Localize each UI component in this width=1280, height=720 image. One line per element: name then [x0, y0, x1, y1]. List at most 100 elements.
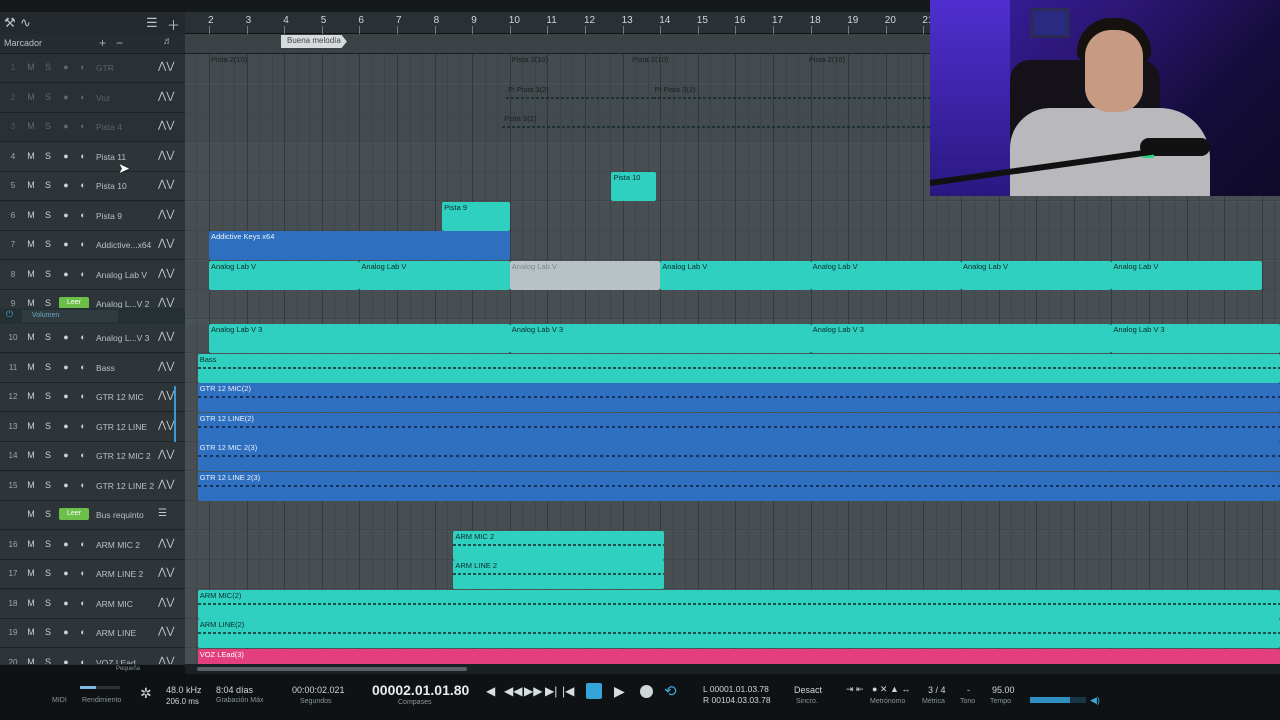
track-name[interactable]: GTR [96, 63, 158, 73]
mute-button[interactable]: M [24, 625, 38, 639]
mute-button[interactable]: M [24, 507, 38, 521]
go-to-end-icon[interactable]: ▶| [545, 684, 557, 698]
monitor-icon[interactable]: ◐ [76, 448, 90, 462]
solo-button[interactable]: S [41, 537, 55, 551]
record-arm-icon[interactable]: ● [59, 237, 73, 251]
audio-event[interactable]: GTR 12 MIC(2) [197, 383, 1280, 412]
solo-button[interactable]: S [41, 566, 55, 580]
audio-event[interactable]: Pista 3(2) [502, 113, 935, 142]
solo-button[interactable]: S [41, 360, 55, 374]
track-header[interactable]: 4 M S ● ◐ Pista 11 ⋀⋁ [0, 142, 185, 172]
mute-button[interactable]: M [24, 360, 38, 374]
track-name[interactable]: Pista 4 [96, 122, 158, 132]
audio-event[interactable]: Analog Lab V 3 [1111, 324, 1280, 353]
punch-icon[interactable]: ⇥ ⇤ [846, 684, 864, 695]
record-button[interactable] [640, 685, 653, 698]
monitor-icon[interactable]: ◐ [76, 478, 90, 492]
record-arm-icon[interactable]: ● [59, 360, 73, 374]
track-name[interactable]: ARM LINE 2 [96, 569, 158, 579]
audio-event[interactable]: Analog Lab V 3 [209, 324, 510, 353]
track-header[interactable]: 1 M S ● ◐ GTR ⋀⋁ [0, 54, 185, 83]
solo-button[interactable]: S [41, 178, 55, 192]
track-name[interactable]: Bass [96, 363, 158, 373]
waveform-icon[interactable]: ⋀⋁ [158, 626, 174, 637]
monitor-icon[interactable]: ◐ [76, 267, 90, 281]
audio-event[interactable]: Analog Lab V [660, 260, 811, 290]
audio-event[interactable]: Pi Pista 3(2) [652, 84, 935, 113]
audio-event[interactable]: Analog Lab V [810, 260, 961, 290]
record-arm-icon[interactable]: ● [59, 389, 73, 403]
audio-event[interactable]: ARM LINE 2 [453, 560, 664, 589]
mute-button[interactable]: M [24, 419, 38, 433]
mute-button[interactable]: M [24, 596, 38, 610]
audio-event[interactable]: VOZ LEad(3) [197, 648, 1280, 664]
track-name[interactable]: ARM MIC [96, 599, 158, 609]
track-header[interactable]: 7 M S ● ◐ Addictive...x64 ⋀⋁ [0, 231, 185, 260]
track-header[interactable]: M S Leer Bus requinto ☰ [0, 501, 185, 530]
monitor-icon[interactable]: ◐ [76, 237, 90, 251]
track-name[interactable]: Pista 9 [96, 211, 158, 221]
waveform-icon[interactable]: ⋀⋁ [158, 390, 174, 401]
audio-event[interactable]: Analog Lab V [359, 260, 510, 290]
solo-button[interactable]: S [41, 625, 55, 639]
monitor-icon[interactable]: ◐ [76, 90, 90, 104]
waveform-icon[interactable]: ⋀⋁ [158, 179, 174, 190]
track-lane[interactable] [185, 501, 1280, 530]
mute-button[interactable]: M [24, 448, 38, 462]
audio-event[interactable]: Pista 2(10) [807, 54, 935, 83]
track-name[interactable]: Addictive...x64 [96, 240, 158, 250]
track-header[interactable]: 14 M S ● ◐ GTR 12 MIC 2 ⋀⋁ [0, 442, 185, 471]
track-header[interactable]: 5 M S ● ◐ Pista 10 ⋀⋁ [0, 172, 185, 201]
size-toggle[interactable]: Pequeña [116, 666, 140, 672]
track-name[interactable]: ARM MIC 2 [96, 540, 158, 550]
record-arm-icon[interactable]: ● [59, 208, 73, 222]
solo-button[interactable]: S [41, 596, 55, 610]
power-icon[interactable]: ⏻ [6, 309, 13, 320]
monitor-icon[interactable]: ◐ [76, 419, 90, 433]
automation-curve-icon[interactable]: ∿ [20, 15, 31, 31]
add-track-icon[interactable]: ＋ [167, 15, 180, 34]
monitor-icon[interactable]: ◐ [76, 566, 90, 580]
track-header[interactable]: 13 M S ● ◐ GTR 12 LINE ⋀⋁ [0, 412, 185, 442]
loop-end[interactable]: R 00104.03.03.78 [703, 695, 771, 705]
record-arm-icon[interactable]: ● [59, 478, 73, 492]
track-name[interactable]: Voz [96, 93, 158, 103]
audio-event[interactable]: Pista 10 [611, 172, 657, 201]
solo-button[interactable]: S [41, 237, 55, 251]
waveform-icon[interactable]: ⋀⋁ [158, 597, 174, 608]
mute-button[interactable]: M [24, 119, 38, 133]
audio-event[interactable]: Pi Pista 3(2) [506, 84, 653, 113]
automation-read-button[interactable]: Leer [59, 508, 89, 520]
record-arm-icon[interactable]: ● [59, 537, 73, 551]
mute-button[interactable]: M [24, 267, 38, 281]
audio-event[interactable]: GTR 12 LINE 2(3) [197, 471, 1280, 501]
performance-label[interactable]: Rendimiento [82, 697, 121, 704]
audio-event[interactable]: Analog Lab V [961, 260, 1112, 290]
track-list-icon[interactable]: ☰ [146, 15, 158, 31]
record-arm-icon[interactable]: ● [59, 596, 73, 610]
audio-event[interactable]: Pista 9 [442, 201, 510, 231]
mute-button[interactable]: M [24, 178, 38, 192]
track-name[interactable]: GTR 12 LINE [96, 422, 158, 432]
track-header[interactable]: 16 M S ● ◐ ARM MIC 2 ⋀⋁ [0, 530, 185, 560]
loop-start[interactable]: L 00001.01.03.78 [703, 684, 769, 694]
track-lane[interactable] [185, 560, 1280, 589]
metronome-icon[interactable]: ● ✕ ▲ ↔ [872, 684, 910, 695]
monitor-icon[interactable]: ◐ [76, 208, 90, 222]
audio-event[interactable]: Bass [197, 353, 1280, 383]
track-header[interactable]: 11 M S ● ◐ Bass ⋀⋁ [0, 353, 185, 383]
track-header[interactable]: 19 M S ● ◐ ARM LINE ⋀⋁ [0, 619, 185, 648]
audio-event[interactable]: ARM MIC 2 [453, 530, 664, 560]
record-arm-icon[interactable]: ● [59, 90, 73, 104]
mute-button[interactable]: M [24, 149, 38, 163]
waveform-icon[interactable]: ⋀⋁ [158, 209, 174, 220]
track-lane[interactable] [185, 290, 1280, 319]
monitor-icon[interactable]: ◐ [76, 389, 90, 403]
waveform-icon[interactable]: ⋀⋁ [158, 150, 174, 161]
solo-button[interactable]: S [41, 330, 55, 344]
solo-button[interactable]: S [41, 90, 55, 104]
track-header[interactable]: 18 M S ● ◐ ARM MIC ⋀⋁ [0, 589, 185, 619]
track-name[interactable]: GTR 12 MIC 2 [96, 451, 158, 461]
waveform-icon[interactable]: ⋀⋁ [158, 61, 174, 72]
mute-button[interactable]: M [24, 330, 38, 344]
